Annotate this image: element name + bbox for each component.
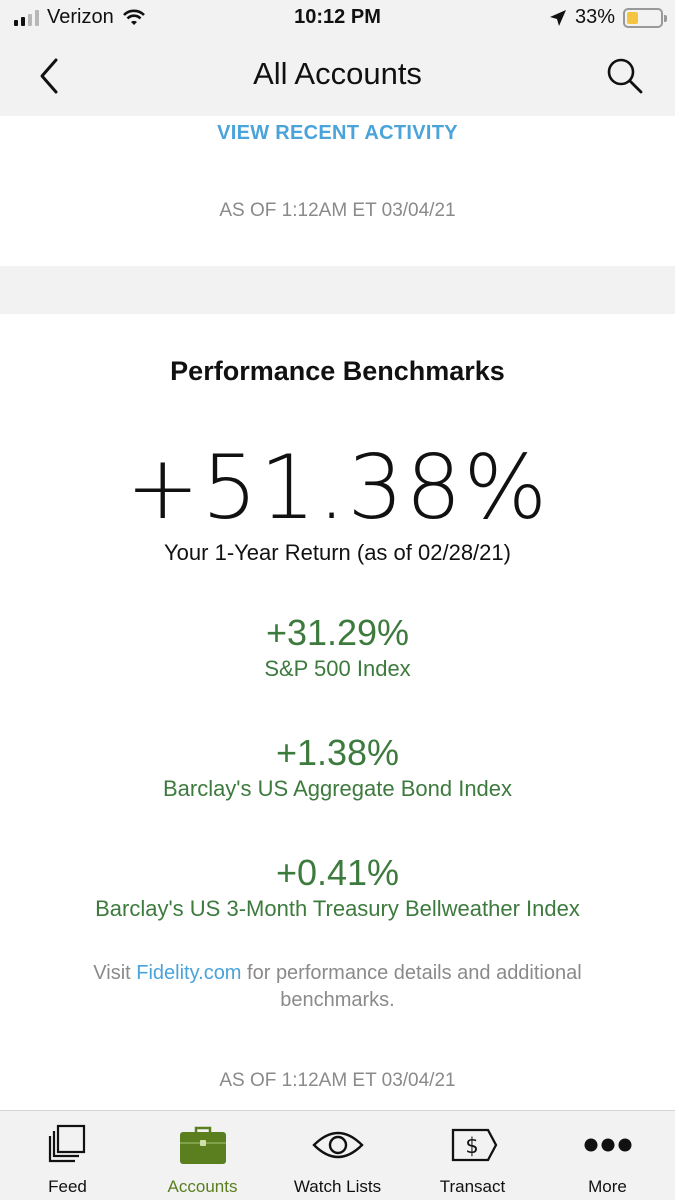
tab-label: Accounts [167,1177,238,1196]
tab-label: Transact [439,1177,506,1196]
fidelity-link[interactable]: Fidelity.com [136,962,241,984]
top-bar: Verizon 10:12 PM 33% All Accounts [0,0,675,116]
svg-text:$: $ [465,1134,478,1158]
tab-transact[interactable]: $ Transact [405,1111,540,1200]
benchmark-percent: +1.38% [275,732,400,773]
activity-section: VIEW RECENT ACTIVITY AS OF 1:12AM ET 03/… [0,116,675,266]
visit-suffix: for performance details and additional b… [241,962,582,1011]
benchmark-percent: +0.41% [275,852,400,893]
benchmark-item: +0.41% Barclay's US 3-Month Treasury Bel… [0,852,675,922]
benchmark-item: +1.38% Barclay's US Aggregate Bond Index [0,732,675,802]
benchmark-percent: +31.29% [265,612,410,653]
benchmark-name: Barclay's US 3-Month Treasury Bellweathe… [95,896,580,921]
benchmark-name: S&P 500 Index [264,656,411,681]
location-arrow-icon [549,9,566,26]
search-icon [607,58,643,94]
tab-label: More [588,1177,627,1196]
tab-label: Watch Lists [293,1177,382,1196]
status-right: 33% [549,6,667,29]
visit-note: Visit Fidelity.com for performance detai… [40,960,635,1014]
battery-percent: 33% [574,6,615,28]
tab-watch-lists[interactable]: Watch Lists [270,1111,405,1200]
tab-more[interactable]: More [540,1111,675,1200]
feed-icon [48,1124,85,1163]
benchmark-item: +31.29% S&P 500 Index [0,612,675,682]
tab-accounts[interactable]: Accounts [135,1111,270,1200]
nav-bar: All Accounts [0,38,675,116]
benchmark-name: Barclay's US Aggregate Bond Index [162,776,513,801]
more-dots-icon [584,1138,631,1152]
eye-icon [311,1131,364,1159]
performance-title: Performance Benchmarks [170,356,505,386]
performance-as-of: AS OF 1:12AM ET 03/04/21 [219,1070,456,1091]
view-recent-activity-link[interactable]: VIEW RECENT ACTIVITY [0,122,675,145]
visit-prefix: Visit [93,962,137,984]
search-button[interactable] [603,54,647,98]
performance-section: Performance Benchmarks +51.38% Your 1-Ye… [0,314,675,1110]
section-divider [0,266,675,314]
tab-label: Feed [48,1177,87,1196]
briefcase-icon [179,1126,226,1164]
page-title: All Accounts [253,56,422,91]
your-return-label: Your 1-Year Return (as of 02/28/21) [164,540,511,565]
tab-bar: Feed Accounts Watch Lists $ Transact Mor… [0,1110,675,1200]
activity-as-of: AS OF 1:12AM ET 03/04/21 [219,200,456,221]
status-bar: Verizon 10:12 PM 33% [0,0,675,38]
dollar-ticket-icon: $ [451,1128,497,1162]
battery-icon [623,7,667,28]
tab-feed[interactable]: Feed [0,1111,135,1200]
your-return-value: +51.38% [125,436,550,539]
